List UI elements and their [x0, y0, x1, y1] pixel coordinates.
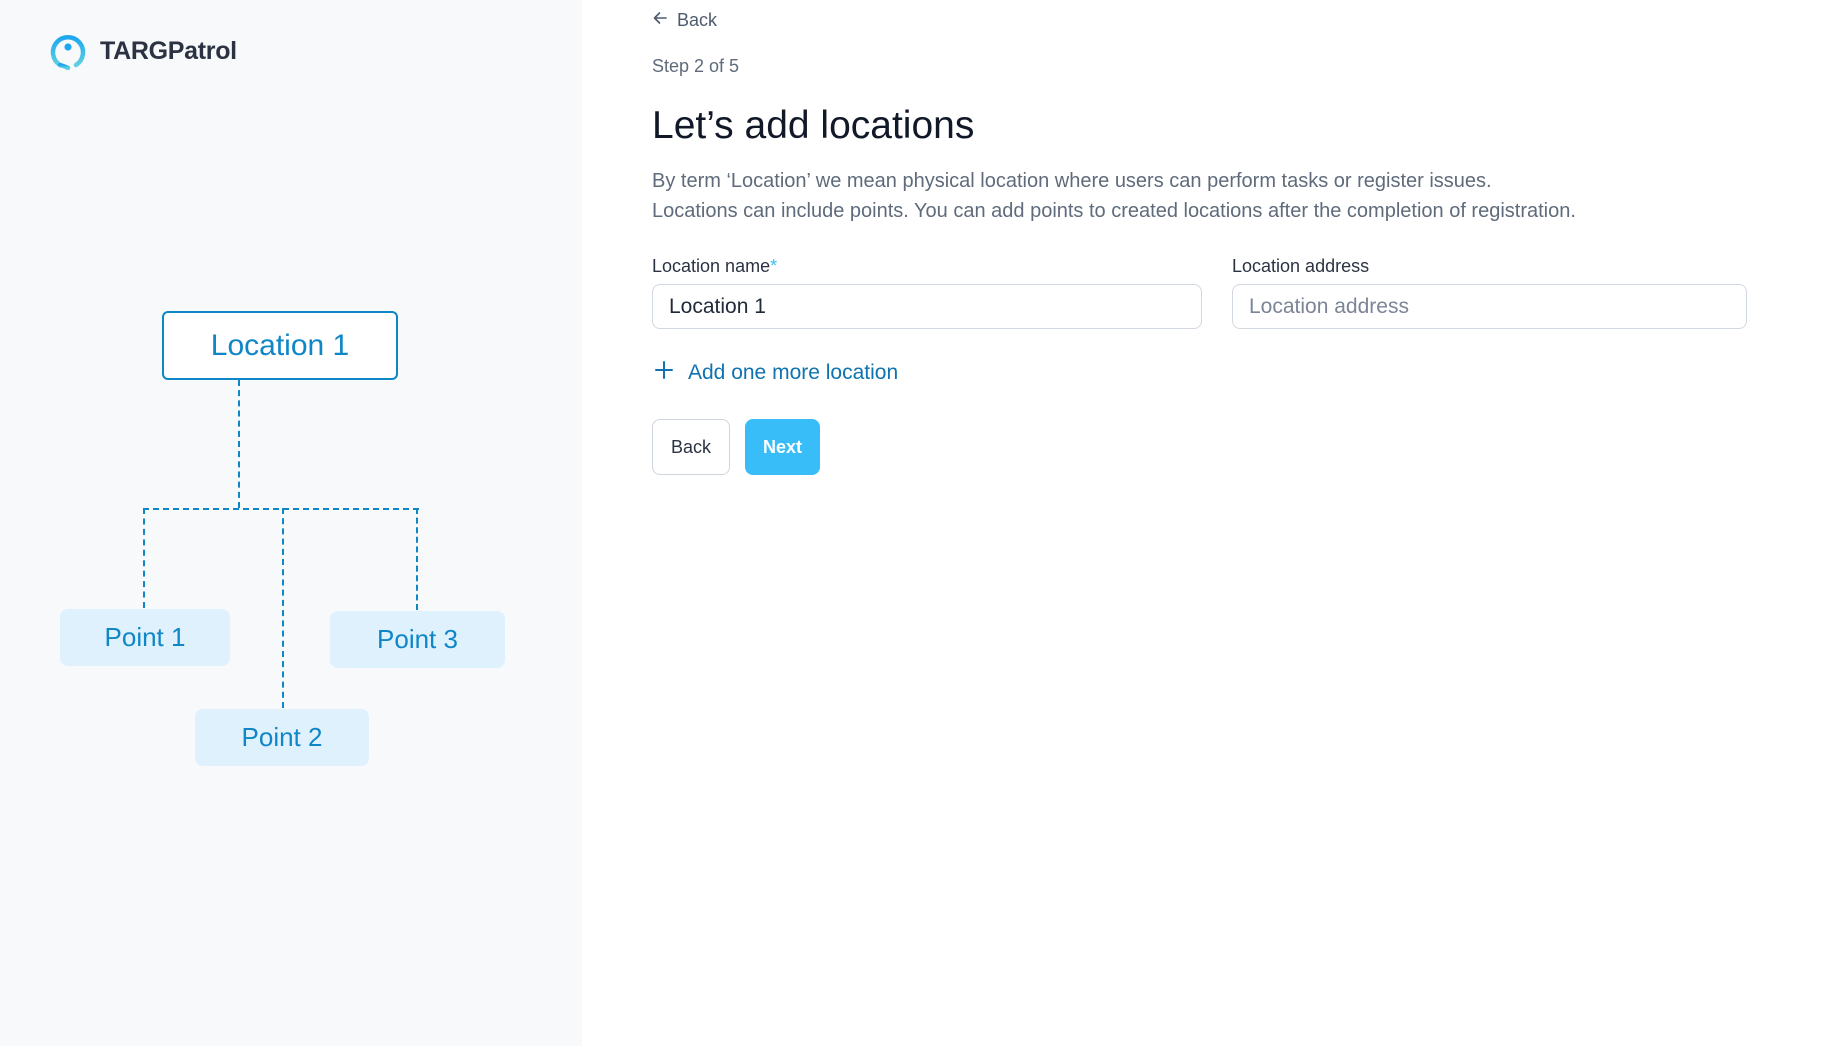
location-name-input[interactable] — [652, 284, 1202, 329]
back-link-label: Back — [677, 10, 718, 30]
description-line: Locations can include points. You can ad… — [652, 200, 1576, 222]
location-address-input[interactable] — [1232, 284, 1747, 329]
back-link[interactable]: Back — [652, 10, 717, 31]
next-button[interactable]: Next — [745, 419, 820, 475]
arrow-left-icon — [652, 10, 677, 31]
add-location-label: Add one more location — [688, 361, 899, 384]
diagram-point-node: Point 3 — [330, 611, 505, 668]
plus-icon — [654, 360, 688, 386]
connector-line — [416, 508, 418, 610]
connector-line — [282, 508, 284, 708]
diagram-location-node: Location 1 — [162, 311, 398, 380]
connector-line — [143, 508, 145, 608]
connector-line — [238, 380, 240, 508]
description-line: By term ‘Location’ we mean physical loca… — [652, 170, 1492, 192]
location-address-label: Location address — [1232, 256, 1370, 276]
connector-line — [143, 508, 419, 510]
add-location-button[interactable]: Add one more location — [654, 360, 898, 386]
step-indicator: Step 2 of 5 — [652, 56, 740, 76]
location-name-label: Location name* — [652, 256, 777, 277]
required-mark: * — [770, 256, 778, 276]
page-title: Let’s add locations — [652, 104, 975, 147]
location-diagram: Location 1 Point 1 Point 3 Point 2 — [0, 0, 582, 1046]
back-button[interactable]: Back — [652, 419, 730, 475]
location-name-label-text: Location name — [652, 256, 771, 276]
diagram-point-node: Point 1 — [60, 609, 230, 666]
page-description: By term ‘Location’ we mean physical loca… — [652, 166, 1576, 226]
diagram-point-node: Point 2 — [195, 709, 369, 766]
illustration-panel: TARGPatrol Location 1 Point 1 Point 3 Po… — [0, 0, 582, 1046]
